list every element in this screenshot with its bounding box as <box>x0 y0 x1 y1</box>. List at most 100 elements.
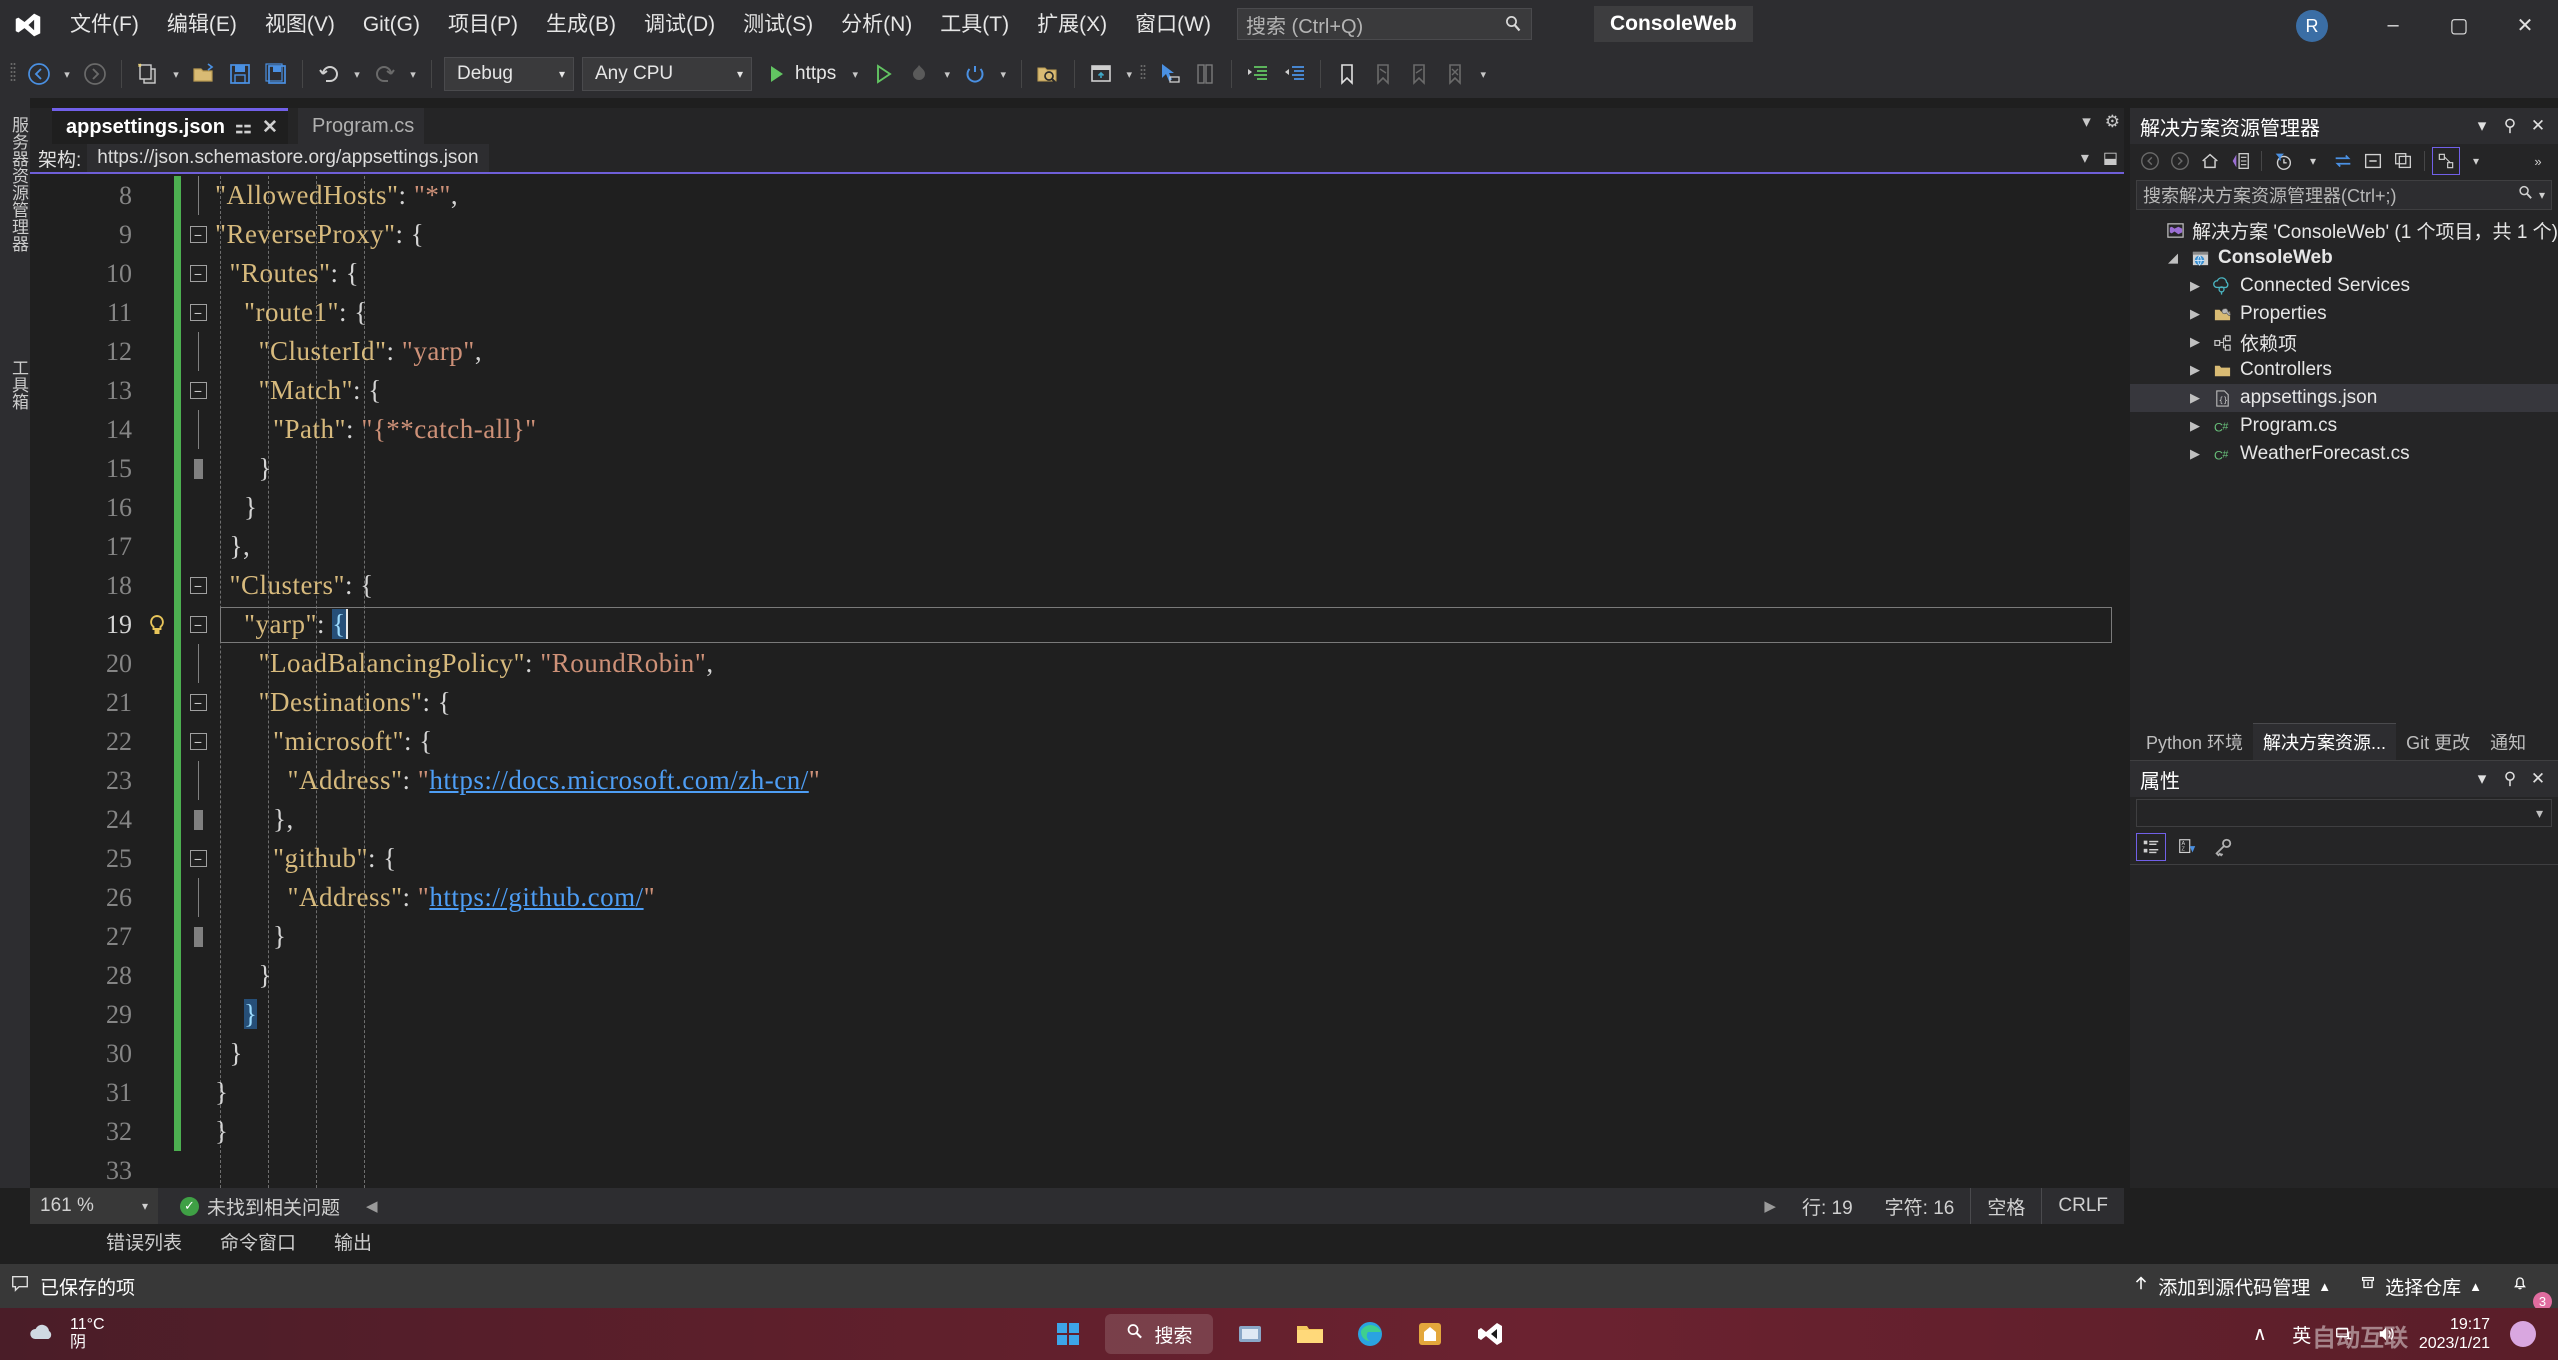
solution-tree-item[interactable]: ▶ Connected Services <box>2130 272 2558 300</box>
toolbar-overflow-caret[interactable]: ▾ <box>1474 68 1492 81</box>
open-file-button[interactable] <box>187 54 221 94</box>
bottom-tool-tab-0[interactable]: 错误列表 <box>100 1224 188 1262</box>
code-line[interactable]: 27 } <box>30 917 2124 956</box>
taskbar-clock[interactable]: 19:17 2023/1/21 <box>2409 1315 2500 1353</box>
platform-dropdown[interactable]: Any CPU ▾ <box>582 57 752 91</box>
window-close-button[interactable]: ✕ <box>2492 0 2558 50</box>
chevron-collapsed-icon[interactable]: ▶ <box>2182 418 2208 434</box>
undo-caret[interactable]: ▾ <box>348 68 366 81</box>
save-button[interactable] <box>223 54 257 94</box>
start-without-debugging-button[interactable] <box>866 54 900 94</box>
indentation-mode[interactable]: 空格 <box>1970 1188 2041 1224</box>
next-bookmark-button[interactable] <box>1402 54 1436 94</box>
code-line[interactable]: 14 "Path": "{**catch-all}" <box>30 410 2124 449</box>
toolbox-button[interactable] <box>1084 54 1118 94</box>
toolbar-grip[interactable] <box>10 59 20 89</box>
panel-tab-2[interactable]: Git 更改 <box>2396 724 2480 760</box>
tab-appsettings-json[interactable]: appsettings.json ⚏ ✕ <box>52 108 288 144</box>
menu-item-1[interactable]: 编辑(E) <box>153 0 251 50</box>
chevron-collapsed-icon[interactable]: ▶ <box>2182 390 2208 406</box>
pointer-select-button[interactable] <box>1152 54 1186 94</box>
tab-program-cs[interactable]: Program.cs <box>298 108 425 144</box>
start-debug-button[interactable]: https <box>757 54 844 94</box>
pin-icon[interactable]: ⚏ <box>235 116 252 139</box>
code-line[interactable]: 32} <box>30 1112 2124 1151</box>
code-line[interactable]: 12 "ClusterId": "yarp", <box>30 332 2124 371</box>
find-in-files-button[interactable] <box>1031 54 1065 94</box>
solution-explorer-search-input[interactable]: 搜索解决方案资源管理器(Ctrl+;) ▾ <box>2136 180 2552 210</box>
solution-tree-item[interactable]: ▶ Properties <box>2130 300 2558 328</box>
collapse-region-toggle[interactable]: − <box>181 694 215 711</box>
code-line[interactable]: 23 "Address": "https://docs.microsoft.co… <box>30 761 2124 800</box>
chevron-collapsed-icon[interactable]: ▶ <box>2182 334 2208 350</box>
solution-tree-item[interactable]: ▶ 依赖项 <box>2130 328 2558 356</box>
previous-bookmark-button[interactable] <box>1366 54 1400 94</box>
code-line[interactable]: 26 "Address": "https://github.com/" <box>30 878 2124 917</box>
menu-item-5[interactable]: 生成(B) <box>532 0 630 50</box>
chevron-expanded-icon[interactable]: ◢ <box>2160 250 2186 266</box>
menu-item-3[interactable]: Git(G) <box>349 0 434 50</box>
history-filter-icon[interactable] <box>2269 147 2297 175</box>
code-line[interactable]: 17 }, <box>30 527 2124 566</box>
search-filter-caret[interactable]: ▾ <box>2534 188 2545 202</box>
lightbulb-icon[interactable] <box>140 613 174 637</box>
pin-icon[interactable]: ⚲ <box>2496 769 2524 789</box>
decrease-indent-button[interactable] <box>1277 54 1311 94</box>
solution-tree-item[interactable]: ▶ Controllers <box>2130 356 2558 384</box>
collapse-region-toggle[interactable]: − <box>181 733 215 750</box>
volume-icon[interactable] <box>2367 1312 2405 1356</box>
close-icon[interactable]: ✕ <box>262 116 278 139</box>
chevron-collapsed-icon[interactable]: ▶ <box>2182 278 2208 294</box>
collapse-all-icon[interactable] <box>2359 147 2387 175</box>
code-line[interactable]: 21 − "Destinations": { <box>30 683 2124 722</box>
solution-tree-item[interactable]: ◢ ConsoleWeb <box>2130 244 2558 272</box>
issues-expand-button[interactable]: ▶ <box>1764 1197 1786 1215</box>
configuration-dropdown[interactable]: Debug ▾ <box>444 57 574 91</box>
undo-button[interactable] <box>312 54 346 94</box>
toggle-bookmark-button[interactable] <box>1330 54 1364 94</box>
menu-item-8[interactable]: 分析(N) <box>827 0 926 50</box>
toolbox-caret[interactable]: ▾ <box>1120 68 1138 81</box>
columns-button[interactable] <box>1188 54 1222 94</box>
navigate-back-button[interactable] <box>22 54 56 94</box>
window-maximize-button[interactable]: ▢ <box>2426 0 2492 50</box>
code-line[interactable]: 13 − "Match": { <box>30 371 2124 410</box>
bottom-tool-tab-1[interactable]: 命令窗口 <box>214 1224 302 1262</box>
forward-arrow-icon[interactable] <box>2166 147 2194 175</box>
hot-reload-button[interactable] <box>902 54 936 94</box>
code-line[interactable]: 18 − "Clusters": { <box>30 566 2124 605</box>
redo-button[interactable] <box>368 54 402 94</box>
redo-caret[interactable]: ▾ <box>404 68 422 81</box>
close-icon[interactable]: ✕ <box>2524 769 2552 789</box>
search-input[interactable]: 搜索 (Ctrl+Q) <box>1237 8 1532 40</box>
chevron-down-icon[interactable]: ▾ <box>2081 148 2089 168</box>
close-icon[interactable]: ✕ <box>2524 116 2552 136</box>
navigate-back-caret[interactable]: ▾ <box>58 68 76 81</box>
menu-item-11[interactable]: 窗口(W) <box>1121 0 1225 50</box>
code-line[interactable]: 28 } <box>30 956 2124 995</box>
code-line[interactable]: 8 "AllowedHosts": "*", <box>30 176 2124 215</box>
bottom-tool-tab-2[interactable]: 输出 <box>328 1224 378 1262</box>
code-line[interactable]: 20 "LoadBalancingPolicy": "RoundRobin", <box>30 644 2124 683</box>
code-editor[interactable]: 8 "AllowedHosts": "*", 9− "ReverseProxy": {… <box>30 176 2124 1188</box>
menu-item-0[interactable]: 文件(F) <box>56 0 153 50</box>
microsoft-edge-icon[interactable] <box>1347 1312 1393 1356</box>
code-line[interactable]: 19 − "yarp": { <box>30 605 2124 644</box>
windows-start-icon[interactable] <box>1045 1312 1091 1356</box>
show-all-files-icon[interactable] <box>2389 147 2417 175</box>
task-view-icon[interactable] <box>1227 1312 1273 1356</box>
clear-bookmarks-button[interactable] <box>1438 54 1472 94</box>
hot-reload-caret[interactable]: ▾ <box>938 68 956 81</box>
chevron-down-icon[interactable]: ▾ <box>2082 112 2091 132</box>
code-line[interactable]: 33 <box>30 1151 2124 1188</box>
code-line[interactable]: 29 } <box>30 995 2124 1034</box>
run-profile-caret[interactable]: ▾ <box>846 68 864 81</box>
collapse-region-toggle[interactable]: − <box>181 850 215 867</box>
code-line[interactable]: 15 } <box>30 449 2124 488</box>
project-chip[interactable]: ConsoleWeb <box>1594 6 1753 42</box>
solution-tree-item[interactable]: ▶ {} appsettings.json <box>2130 384 2558 412</box>
menu-item-10[interactable]: 扩展(X) <box>1023 0 1121 50</box>
navigate-forward-button[interactable] <box>78 54 112 94</box>
panel-tab-3[interactable]: 通知 <box>2480 724 2536 760</box>
line-ending-mode[interactable]: CRLF <box>2041 1188 2124 1224</box>
